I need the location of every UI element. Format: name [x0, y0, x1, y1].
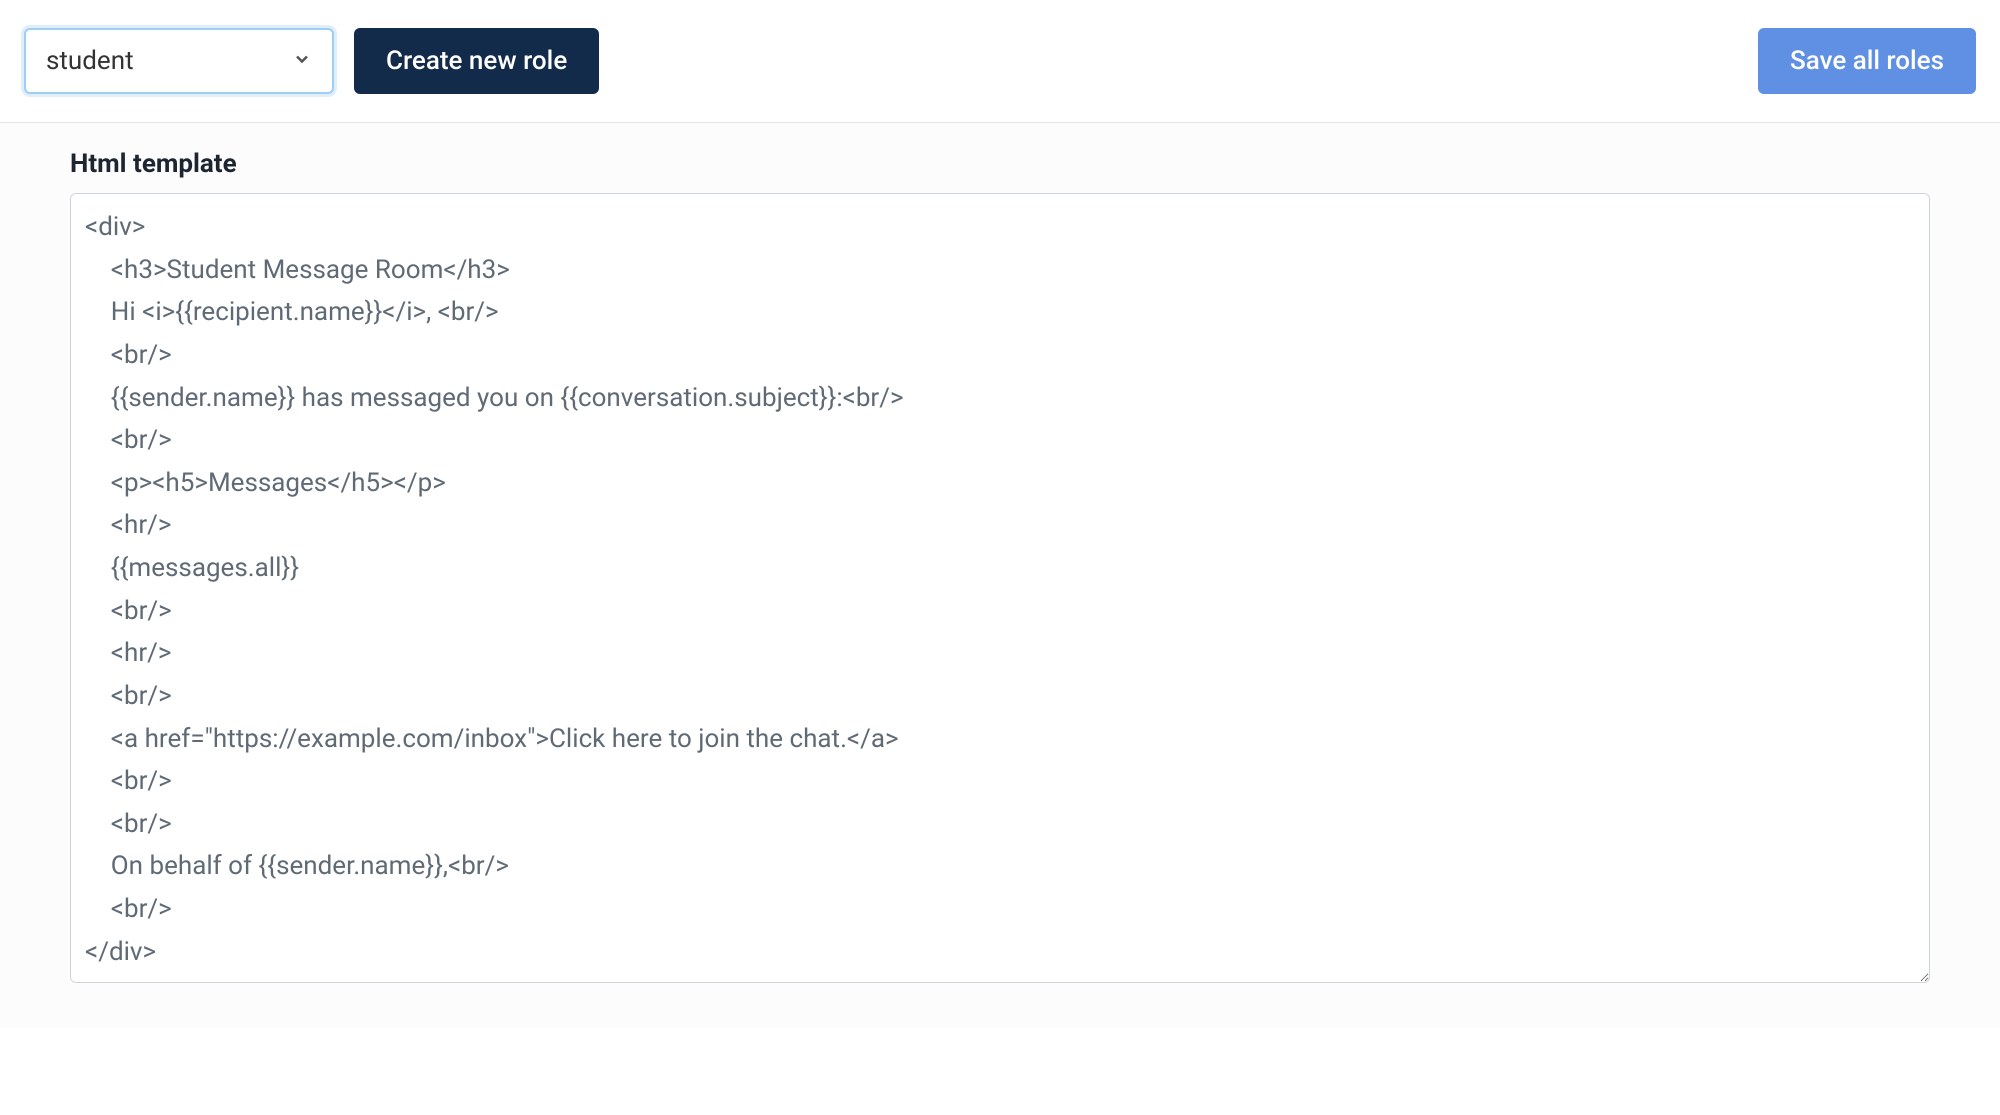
chevron-down-icon [292, 49, 312, 74]
role-select-value: student [46, 46, 292, 76]
save-all-roles-button[interactable]: Save all roles [1758, 28, 1976, 94]
content-area: Html template [0, 123, 2000, 1027]
html-template-textarea[interactable] [70, 193, 1930, 983]
create-role-button[interactable]: Create new role [354, 28, 599, 94]
toolbar: student Create new role Save all roles [0, 0, 2000, 123]
html-template-label: Html template [70, 149, 1930, 179]
role-select[interactable]: student [24, 28, 334, 94]
